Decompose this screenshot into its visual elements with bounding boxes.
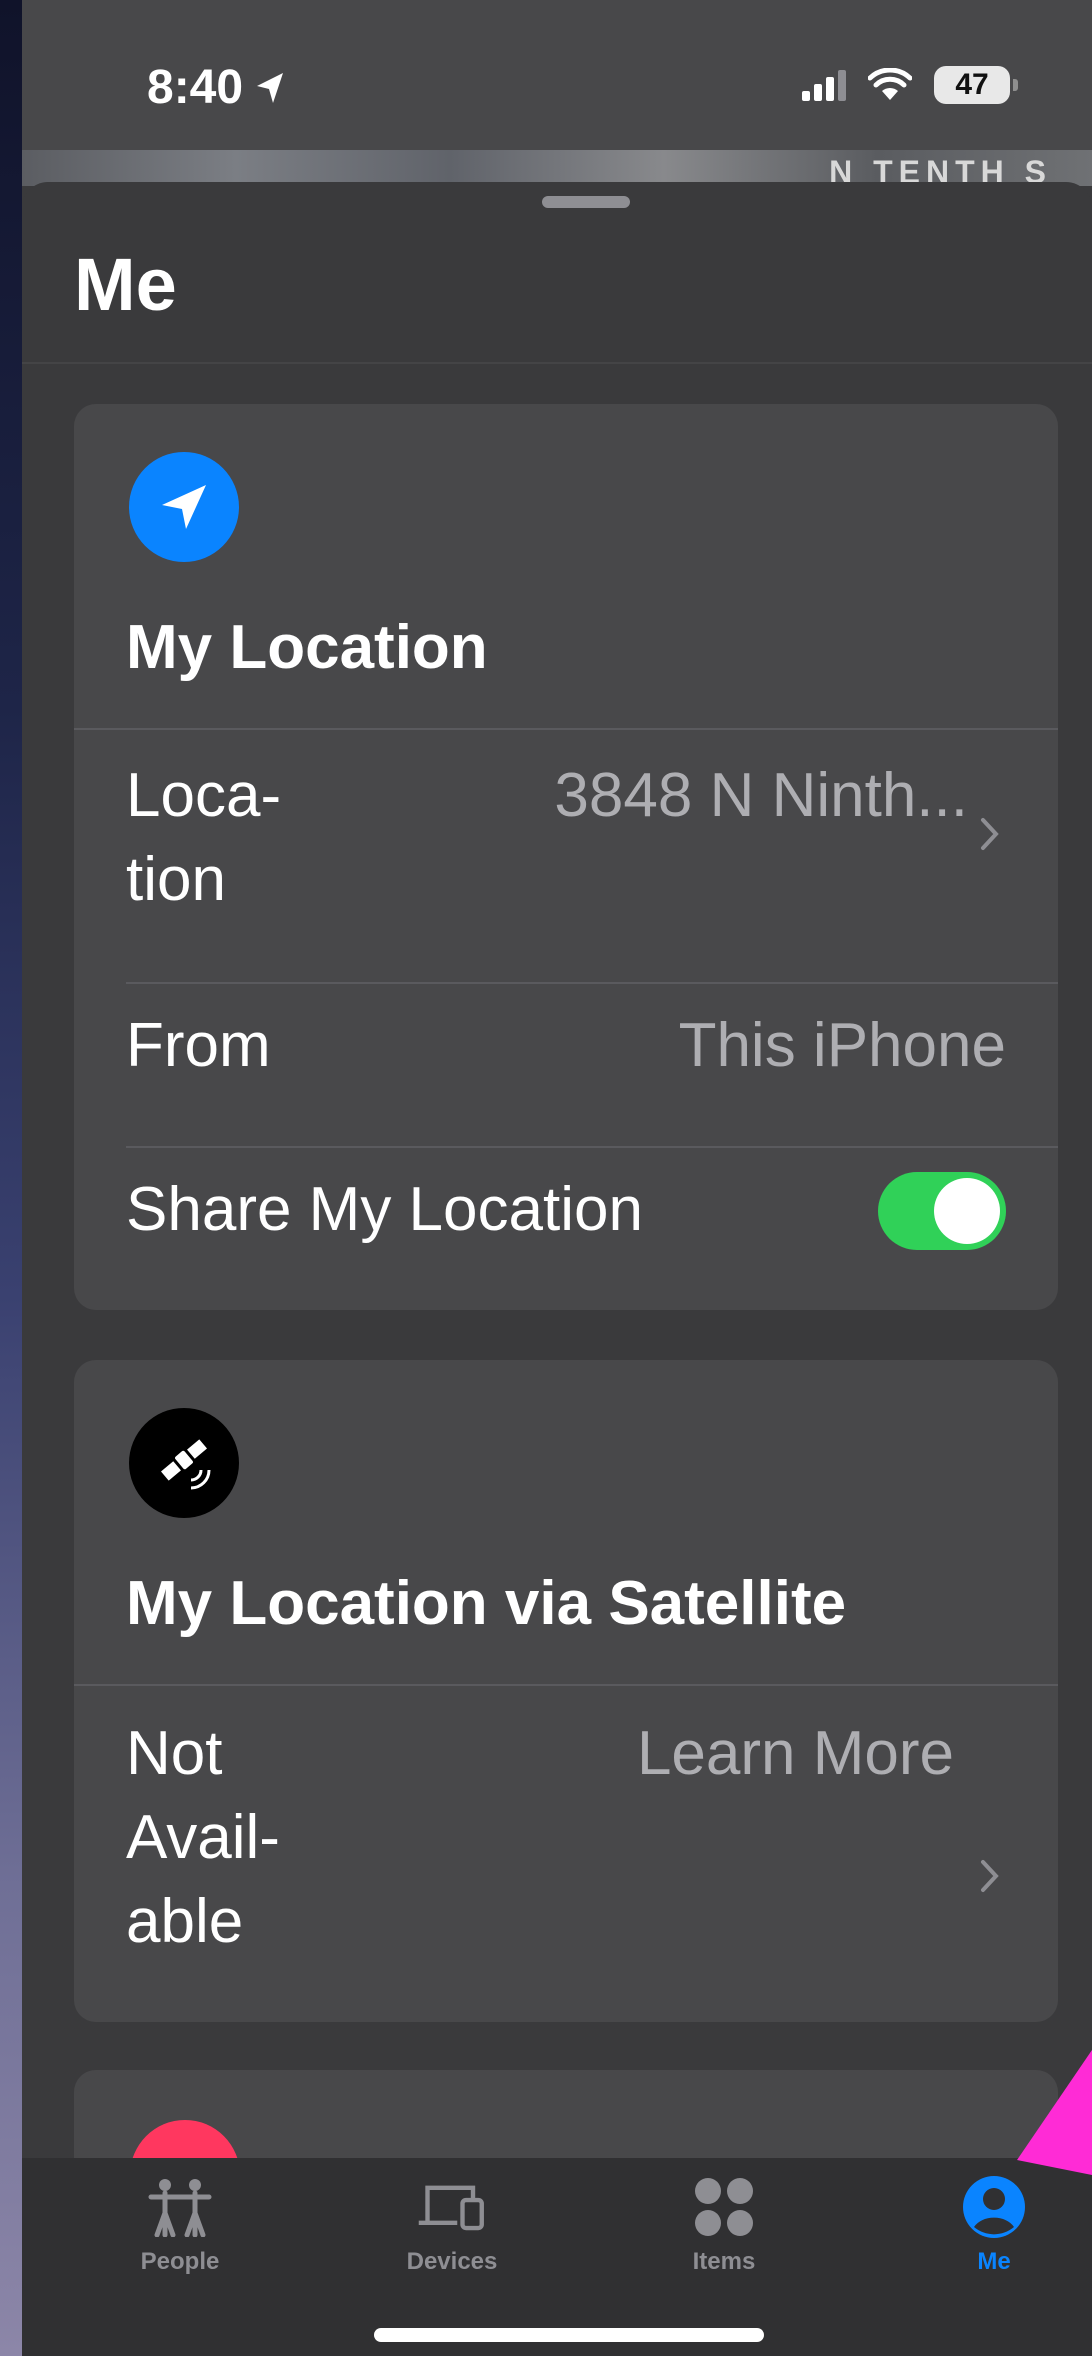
satellite-card: My Location via Satellite Not Avail- abl… [74, 1360, 1058, 2022]
tab-bar: People Devices Items Me [22, 2158, 1092, 2356]
phone-screen: 8:40 47 N TENTH S Me My Location Loca- t… [22, 0, 1092, 2356]
status-time: 8:40 [147, 60, 285, 115]
tab-label: People [140, 2248, 220, 2275]
divider [126, 1146, 1058, 1148]
from-label: From [126, 1011, 271, 1080]
status-bar: 8:40 47 [22, 0, 1092, 158]
tab-devices[interactable]: Devices [372, 2158, 532, 2288]
devices-icon [417, 2172, 487, 2242]
share-location-label: Share My Location [126, 1175, 643, 1244]
chevron-right-icon [970, 1856, 1010, 1896]
items-icon [689, 2172, 759, 2242]
from-value: This iPhone [678, 1011, 1006, 1080]
tab-items[interactable]: Items [644, 2158, 804, 2288]
my-location-card: My Location Loca- tion 3848 N Ninth... F… [74, 404, 1058, 1310]
location-arrow-icon [129, 452, 239, 562]
satellite-icon [129, 1408, 239, 1518]
satellite-status-label: Not Avail- able [126, 1719, 280, 1956]
toggle-knob [934, 1178, 1000, 1244]
tab-label: Me [977, 2248, 1011, 2275]
signal-icon [802, 70, 846, 101]
home-indicator[interactable] [374, 2328, 764, 2342]
annotation-arrow-icon [1017, 2050, 1092, 2175]
title-divider [22, 362, 1092, 364]
page-title: Me [74, 243, 177, 326]
divider [126, 982, 1058, 984]
location-value: 3848 N Ninth... [554, 761, 968, 830]
location-arrow-icon [257, 72, 284, 103]
people-icon [145, 2172, 215, 2242]
location-label: Loca- tion [126, 761, 282, 914]
map-background[interactable]: N TENTH S [22, 150, 1092, 186]
divider [74, 728, 1058, 730]
battery-icon: 47 [934, 66, 1018, 104]
wifi-icon [868, 68, 912, 100]
sheet-grabber[interactable] [542, 196, 630, 208]
me-sheet: Me My Location Loca- tion 3848 N Ninth..… [22, 182, 1092, 2270]
my-location-heading: My Location [126, 613, 488, 682]
tab-label: Devices [406, 2248, 498, 2275]
divider [74, 1684, 1058, 1686]
status-indicators: 47 [802, 66, 1018, 104]
satellite-heading: My Location via Satellite [126, 1569, 847, 1638]
learn-more-link[interactable]: Learn More [637, 1712, 954, 1796]
chevron-right-icon [970, 814, 1010, 854]
tab-label: Items [692, 2248, 756, 2275]
share-location-toggle[interactable] [878, 1172, 1006, 1250]
tab-people[interactable]: People [100, 2158, 260, 2288]
